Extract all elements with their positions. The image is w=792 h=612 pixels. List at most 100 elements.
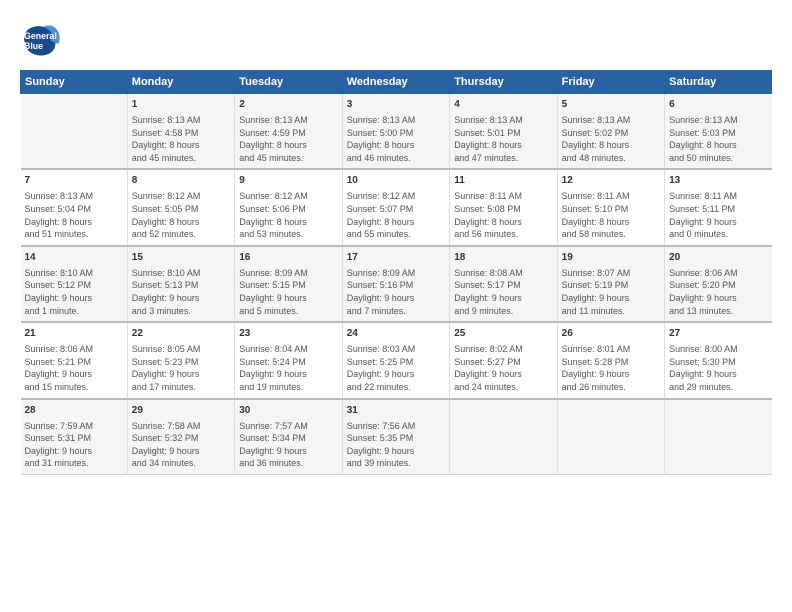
day-info: Daylight: 9 hours [239,368,337,381]
day-number: 12 [562,174,660,188]
day-cell: 13Sunrise: 8:11 AMSunset: 5:11 PMDayligh… [665,169,772,245]
day-info: Sunset: 5:01 PM [454,127,552,140]
day-info: and 50 minutes. [669,152,767,165]
day-number: 1 [132,98,230,112]
day-cell: 27Sunrise: 8:00 AMSunset: 5:30 PMDayligh… [665,322,772,398]
day-number: 25 [454,327,552,341]
day-info: Sunrise: 8:09 AM [239,267,337,280]
day-info: Sunset: 5:11 PM [669,203,767,216]
day-info: and 26 minutes. [562,381,660,394]
calendar-header: SundayMondayTuesdayWednesdayThursdayFrid… [21,71,772,94]
day-number: 30 [239,404,337,418]
day-info: Daylight: 9 hours [239,292,337,305]
day-info: and 9 minutes. [454,305,552,318]
day-info: Sunset: 5:28 PM [562,356,660,369]
day-info: Daylight: 9 hours [132,445,230,458]
day-info: Daylight: 8 hours [132,216,230,229]
day-info: Sunrise: 8:12 AM [239,190,337,203]
day-info: Sunset: 5:07 PM [347,203,445,216]
day-number: 13 [669,174,767,188]
day-info: Sunrise: 8:06 AM [669,267,767,280]
day-info: Daylight: 8 hours [347,139,445,152]
day-info: Sunrise: 8:10 AM [25,267,123,280]
day-info: Daylight: 8 hours [669,139,767,152]
header-cell-tuesday: Tuesday [235,71,342,94]
day-info: and 34 minutes. [132,457,230,470]
day-info: Daylight: 8 hours [562,216,660,229]
day-info: Daylight: 8 hours [25,216,123,229]
day-number: 10 [347,174,445,188]
header-cell-saturday: Saturday [665,71,772,94]
day-info: Daylight: 8 hours [562,139,660,152]
day-info: and 53 minutes. [239,228,337,241]
day-info: and 7 minutes. [347,305,445,318]
day-cell: 19Sunrise: 8:07 AMSunset: 5:19 PMDayligh… [557,246,664,322]
day-number: 2 [239,98,337,112]
day-info: and 29 minutes. [669,381,767,394]
day-info: Sunrise: 8:05 AM [132,343,230,356]
day-cell: 10Sunrise: 8:12 AMSunset: 5:07 PMDayligh… [342,169,449,245]
day-info: Sunset: 5:32 PM [132,432,230,445]
day-cell [450,399,557,475]
day-info: Daylight: 8 hours [132,139,230,152]
day-number: 7 [25,174,123,188]
day-info: Sunrise: 8:13 AM [454,114,552,127]
day-info: Sunrise: 8:12 AM [132,190,230,203]
day-cell: 8Sunrise: 8:12 AMSunset: 5:05 PMDaylight… [127,169,234,245]
day-info: and 1 minute. [25,305,123,318]
day-number: 24 [347,327,445,341]
day-info: Sunset: 5:15 PM [239,279,337,292]
calendar-body: 1Sunrise: 8:13 AMSunset: 4:58 PMDaylight… [21,94,772,475]
day-number: 3 [347,98,445,112]
day-info: Sunset: 5:00 PM [347,127,445,140]
day-info: and 45 minutes. [132,152,230,165]
header-cell-wednesday: Wednesday [342,71,449,94]
day-info: and 0 minutes. [669,228,767,241]
day-number: 26 [562,327,660,341]
day-number: 8 [132,174,230,188]
day-info: Daylight: 9 hours [454,292,552,305]
day-info: Sunrise: 8:13 AM [347,114,445,127]
day-info: and 47 minutes. [454,152,552,165]
day-number: 9 [239,174,337,188]
header-cell-friday: Friday [557,71,664,94]
day-number: 21 [25,327,123,341]
day-number: 16 [239,251,337,265]
day-info: Sunset: 4:58 PM [132,127,230,140]
day-info: Daylight: 9 hours [454,368,552,381]
day-info: and 24 minutes. [454,381,552,394]
day-info: and 11 minutes. [562,305,660,318]
day-info: Sunset: 5:03 PM [669,127,767,140]
day-number: 6 [669,98,767,112]
day-cell: 18Sunrise: 8:08 AMSunset: 5:17 PMDayligh… [450,246,557,322]
week-row-3: 14Sunrise: 8:10 AMSunset: 5:12 PMDayligh… [21,246,772,322]
day-cell [21,94,128,170]
day-info: Sunrise: 7:59 AM [25,420,123,433]
day-info: Sunrise: 7:58 AM [132,420,230,433]
day-number: 31 [347,404,445,418]
day-info: Sunrise: 8:13 AM [669,114,767,127]
day-info: Sunrise: 8:13 AM [132,114,230,127]
day-info: and 55 minutes. [347,228,445,241]
calendar-table: SundayMondayTuesdayWednesdayThursdayFrid… [20,70,772,475]
day-info: Daylight: 9 hours [25,368,123,381]
day-info: Sunrise: 8:07 AM [562,267,660,280]
day-info: and 48 minutes. [562,152,660,165]
day-cell: 24Sunrise: 8:03 AMSunset: 5:25 PMDayligh… [342,322,449,398]
day-cell: 23Sunrise: 8:04 AMSunset: 5:24 PMDayligh… [235,322,342,398]
day-info: Sunrise: 8:13 AM [25,190,123,203]
day-cell [665,399,772,475]
day-cell: 21Sunrise: 8:06 AMSunset: 5:21 PMDayligh… [21,322,128,398]
day-info: Sunset: 5:06 PM [239,203,337,216]
day-cell: 6 Sunrise: 8:13 AMSunset: 5:03 PMDaylight… [665,94,772,170]
day-cell: 20Sunrise: 8:06 AMSunset: 5:20 PMDayligh… [665,246,772,322]
day-number: 4 [454,98,552,112]
day-cell: 26Sunrise: 8:01 AMSunset: 5:28 PMDayligh… [557,322,664,398]
day-info: Sunset: 5:34 PM [239,432,337,445]
day-number: 5 [562,98,660,112]
day-info: and 19 minutes. [239,381,337,394]
day-number: 17 [347,251,445,265]
day-info: and 17 minutes. [132,381,230,394]
day-info: Sunset: 5:27 PM [454,356,552,369]
day-cell: 1 Sunrise: 8:13 AMSunset: 4:58 PMDaylight… [127,94,234,170]
